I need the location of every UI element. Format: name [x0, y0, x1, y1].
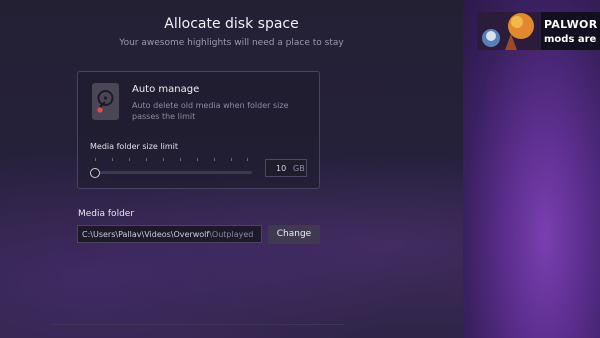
slider-tick [112, 158, 113, 161]
size-limit-slider[interactable] [95, 171, 252, 174]
page-subtitle: Your awesome highlights will need a plac… [119, 38, 344, 48]
auto-manage-title: Auto manage [132, 84, 200, 95]
page-title: Allocate disk space [164, 16, 299, 32]
slider-tick [146, 158, 147, 161]
slider-tick [247, 158, 248, 161]
slider-tick [197, 158, 198, 161]
media-folder-path-field[interactable]: C:\Users\Pallav\Videos\Overwolf\Outplaye… [77, 225, 262, 243]
ad-artwork [477, 12, 541, 50]
side-background [463, 0, 600, 338]
ad-headline: PALWOR [544, 18, 598, 31]
footer-divider [52, 324, 344, 325]
slider-tick [163, 158, 164, 161]
ad-banner[interactable]: PALWOR mods are l [477, 12, 600, 50]
slider-thumb[interactable] [90, 168, 100, 178]
size-limit-unit: GB [293, 164, 305, 173]
slider-tick [214, 158, 215, 161]
slider-tick [180, 158, 181, 161]
slider-ticks [95, 158, 248, 162]
media-folder-label: Media folder [78, 209, 135, 219]
media-folder-path-tail: \Outplayed [209, 230, 254, 239]
slider-tick [231, 158, 232, 161]
size-limit-input[interactable]: 10 GB [265, 159, 307, 177]
auto-manage-description: Auto delete old media when folder size p… [132, 101, 289, 121]
slider-tick [95, 158, 96, 161]
hard-drive-icon [92, 83, 119, 120]
media-folder-path: C:\Users\Pallav\Videos\Overwolf [82, 230, 210, 239]
change-folder-button[interactable]: Change [268, 225, 320, 244]
slider-tick [129, 158, 130, 161]
size-limit-value: 10 [276, 164, 287, 173]
size-limit-label: Media folder size limit [90, 142, 178, 151]
ad-subline: mods are l [544, 34, 600, 45]
